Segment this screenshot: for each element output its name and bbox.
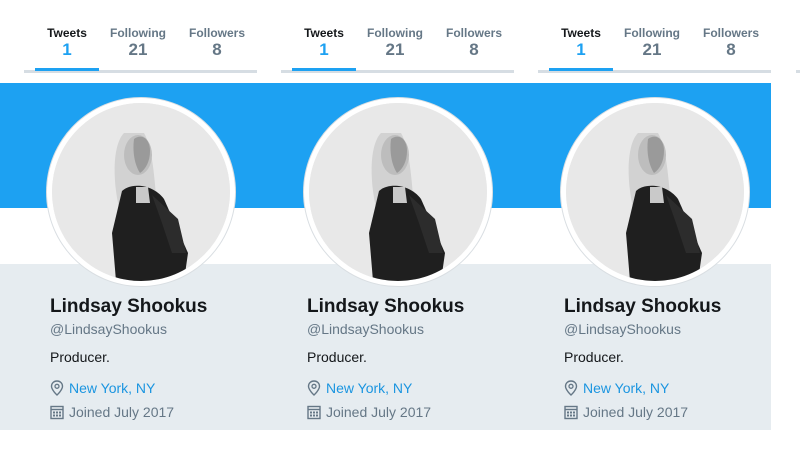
profile-card-2: Tweets 1 Following 21 Followers 8 Lindsa…	[257, 0, 514, 430]
tab-followers[interactable]: Followers 8	[699, 26, 763, 60]
tab-following-label: Following	[367, 26, 423, 40]
map-pin-icon	[564, 380, 578, 396]
profile-joined: Joined July 2017	[307, 403, 431, 421]
profile-name: Lindsay Shookus	[307, 296, 465, 317]
calendar-icon	[50, 404, 64, 420]
tab-followers-label: Followers	[445, 26, 502, 40]
next-panel-edge	[796, 70, 800, 73]
tab-tweets-label: Tweets	[304, 26, 344, 40]
joined-date: Joined July 2017	[583, 404, 689, 420]
profile-joined: Joined July 2017	[564, 403, 688, 421]
tab-following-label: Following	[624, 26, 680, 40]
avatar-photo	[52, 103, 230, 281]
tab-tweets-label: Tweets	[561, 26, 601, 40]
profile-bio: Producer.	[307, 349, 367, 365]
tab-followers-label: Followers	[702, 26, 759, 40]
profile-location: New York, NY	[564, 379, 669, 397]
profile-handle[interactable]: @LindsayShookus	[307, 321, 424, 337]
tab-following-count: 21	[385, 40, 405, 59]
location-link[interactable]: New York, NY	[583, 380, 669, 396]
avatar[interactable]	[47, 98, 235, 286]
tab-following[interactable]: Following 21	[363, 26, 427, 60]
tab-followers-label: Followers	[188, 26, 245, 40]
profile-location: New York, NY	[50, 379, 155, 397]
tab-following-count: 21	[642, 40, 662, 59]
tab-following-count: 21	[128, 40, 148, 59]
tab-tweets-count: 1	[319, 40, 329, 59]
tab-followers-count: 8	[726, 40, 736, 59]
joined-date: Joined July 2017	[326, 404, 432, 420]
profile-bio: Producer.	[50, 349, 110, 365]
profile-name: Lindsay Shookus	[50, 296, 208, 317]
location-link[interactable]: New York, NY	[326, 380, 412, 396]
tab-tweets[interactable]: Tweets 1	[549, 26, 613, 60]
tab-followers-count: 8	[469, 40, 479, 59]
location-link[interactable]: New York, NY	[69, 380, 155, 396]
tab-following[interactable]: Following 21	[106, 26, 170, 60]
profile-bio: Producer.	[564, 349, 624, 365]
tab-followers[interactable]: Followers 8	[185, 26, 249, 60]
tab-tweets[interactable]: Tweets 1	[35, 26, 99, 60]
profile-nav: Tweets 1 Following 21 Followers 8	[0, 0, 257, 73]
tab-followers-count: 8	[212, 40, 222, 59]
profile-handle[interactable]: @LindsayShookus	[50, 321, 167, 337]
map-pin-icon	[50, 380, 64, 396]
profile-nav: Tweets 1 Following 21 Followers 8	[514, 0, 771, 73]
tab-tweets-label: Tweets	[47, 26, 87, 40]
profile-location: New York, NY	[307, 379, 412, 397]
map-pin-icon	[307, 380, 321, 396]
avatar-photo	[309, 103, 487, 281]
avatar-photo	[566, 103, 744, 281]
profile-card-1: Tweets 1 Following 21 Followers 8 Lindsa…	[0, 0, 257, 430]
active-tab-indicator	[35, 68, 99, 71]
active-tab-indicator	[549, 68, 613, 71]
joined-date: Joined July 2017	[69, 404, 175, 420]
calendar-icon	[564, 404, 578, 420]
tab-following-label: Following	[110, 26, 166, 40]
profile-handle[interactable]: @LindsayShookus	[564, 321, 681, 337]
active-tab-indicator	[292, 68, 356, 71]
tab-tweets[interactable]: Tweets 1	[292, 26, 356, 60]
profile-name: Lindsay Shookus	[564, 296, 722, 317]
tab-followers[interactable]: Followers 8	[442, 26, 506, 60]
calendar-icon	[307, 404, 321, 420]
profile-card-3: Tweets 1 Following 21 Followers 8 Lindsa…	[514, 0, 771, 430]
profile-nav: Tweets 1 Following 21 Followers 8	[257, 0, 514, 73]
tab-following[interactable]: Following 21	[620, 26, 684, 60]
tab-tweets-count: 1	[576, 40, 586, 59]
avatar[interactable]	[561, 98, 749, 286]
avatar[interactable]	[304, 98, 492, 286]
profile-joined: Joined July 2017	[50, 403, 174, 421]
tab-tweets-count: 1	[62, 40, 72, 59]
